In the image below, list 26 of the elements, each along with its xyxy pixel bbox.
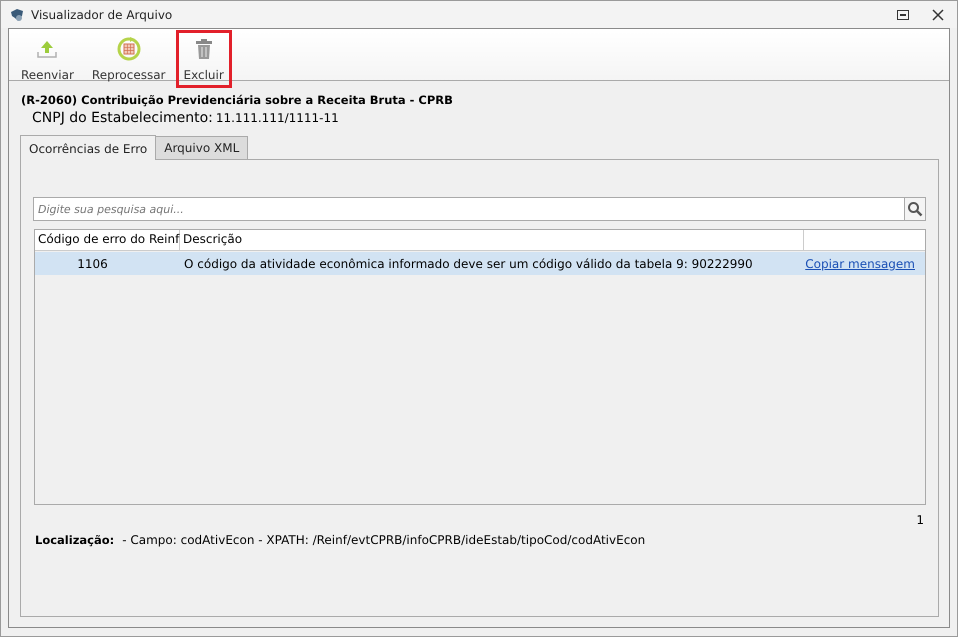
cnpj-value: 11.111.111/1111-11	[216, 111, 339, 125]
column-header[interactable]: Descrição	[180, 230, 804, 250]
record-heading: (R-2060) Contribuição Previdenciária sobre a Receita Bruta - CPRB	[21, 93, 454, 107]
reprocess-icon	[116, 36, 142, 62]
tab[interactable]: Arquivo XML	[155, 136, 248, 159]
close-icon[interactable]	[931, 8, 945, 20]
error-code: 1106	[76, 256, 109, 270]
delete-button[interactable]: Excluir	[176, 30, 232, 88]
search-icon	[907, 201, 923, 217]
window-title: Visualizador de Arquivo	[31, 8, 174, 22]
row-count: 1	[916, 513, 924, 527]
location-label: Localização:	[35, 533, 114, 547]
copy-message-link[interactable]: Copiar mensagem	[804, 256, 925, 270]
trash-icon	[194, 36, 214, 62]
location-value: - Campo: codAtivEcon - XPATH: /Reinf/evtCPRB/infoCPRB/ideEstab/tipoCod/codAtivEcon	[122, 533, 646, 547]
error-description: O código da atividade econômica informado deve ser um código válido da tabela 9: 90222990	[183, 256, 754, 270]
cnpj-label: CNPJ do Estabelecimento:	[32, 110, 213, 126]
reprocess-button[interactable]: Reprocessar	[84, 30, 174, 88]
column-header[interactable]: Código de erro do Reinf	[35, 230, 180, 250]
table-row[interactable]: 1106 O código da atividade econômica informado deve ser um código válido da tabela 9: 90222990 Copiar mensagem	[35, 252, 925, 275]
restore-icon[interactable]	[897, 10, 909, 20]
tab[interactable]: Ocorrências de Erro	[20, 135, 156, 160]
search-field[interactable]: Digite sua pesquisa aqui...	[33, 197, 904, 221]
search-button[interactable]	[904, 197, 926, 221]
app-logo-icon	[9, 6, 25, 22]
resend-button[interactable]: Reenviar	[13, 30, 82, 88]
